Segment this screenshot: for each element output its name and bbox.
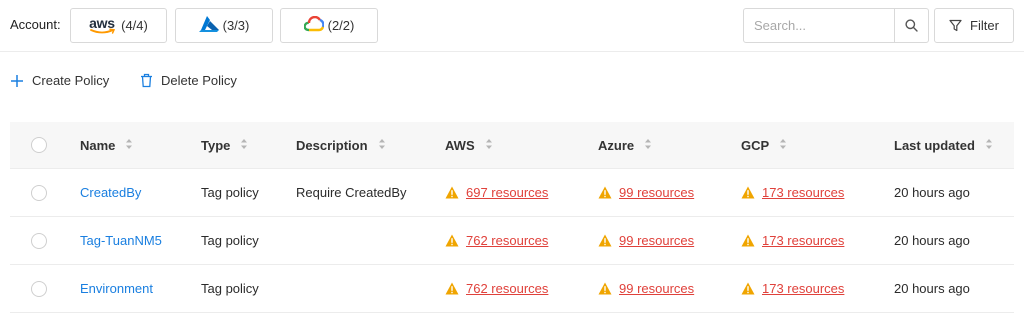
warning-icon (445, 282, 459, 295)
gcp-resources-link[interactable]: 173 resources (762, 185, 844, 200)
last-updated: 20 hours ago (894, 281, 970, 296)
sort-icon (485, 138, 493, 153)
policy-name-link[interactable]: Tag-TuanNM5 (80, 233, 162, 248)
filter-icon (949, 19, 962, 32)
aws-resources-link[interactable]: 762 resources (466, 281, 548, 296)
sort-icon (644, 138, 652, 153)
row-checkbox[interactable] (31, 232, 47, 249)
last-updated: 20 hours ago (894, 185, 970, 200)
table-header: Name Type Description AWS Azure GCP Last… (10, 122, 1014, 169)
warning-icon (598, 186, 612, 199)
account-label: Account: (10, 17, 61, 32)
policy-name-link[interactable]: Environment (80, 281, 153, 296)
warning-icon (445, 234, 459, 247)
filter-label: Filter (970, 18, 999, 33)
column-header-azure[interactable]: Azure (598, 122, 652, 168)
azure-account-count: (3/3) (222, 18, 250, 33)
warning-icon (598, 282, 612, 295)
aws-resources-link[interactable]: 697 resources (466, 185, 548, 200)
aws-logo-icon: aws (89, 14, 116, 34)
sort-icon (985, 138, 993, 153)
select-all-checkbox[interactable] (31, 137, 47, 153)
sort-icon (779, 138, 787, 153)
gcp-account-count: (2/2) (327, 18, 355, 33)
policy-type: Tag policy (201, 281, 259, 296)
warning-icon (598, 234, 612, 247)
sort-icon (240, 138, 248, 153)
table-row[interactable]: Environment Tag policy 762 resources 99 … (10, 265, 1014, 313)
azure-logo-icon (198, 16, 219, 35)
policy-type: Tag policy (201, 233, 259, 248)
gcp-resources-link[interactable]: 173 resources (762, 233, 844, 248)
aws-account-count: (4/4) (121, 18, 148, 33)
plus-icon (11, 74, 23, 87)
trash-icon (141, 73, 152, 88)
policy-description: Require CreatedBy (296, 185, 407, 200)
search-input[interactable] (744, 9, 894, 42)
column-header-last-updated[interactable]: Last updated (894, 122, 993, 168)
search-button[interactable] (894, 9, 928, 42)
search-box (743, 8, 929, 43)
policy-table: Name Type Description AWS Azure GCP Last… (10, 122, 1014, 313)
delete-policy-button[interactable]: Delete Policy (140, 73, 237, 88)
warning-icon (741, 186, 755, 199)
table-row[interactable]: CreatedBy Tag policy Require CreatedBy 6… (10, 169, 1014, 217)
search-icon (905, 19, 918, 32)
row-checkbox[interactable] (31, 184, 47, 201)
warning-icon (445, 186, 459, 199)
policy-name-link[interactable]: CreatedBy (80, 185, 141, 200)
gcp-logo-icon (303, 15, 325, 35)
last-updated: 20 hours ago (894, 233, 970, 248)
warning-icon (741, 282, 755, 295)
column-header-name[interactable]: Name (80, 122, 133, 168)
create-policy-label: Create Policy (32, 73, 110, 88)
account-filter-azure[interactable]: (3/3) (175, 8, 273, 43)
account-filter-aws[interactable]: aws (4/4) (70, 8, 167, 43)
table-row[interactable]: Tag-TuanNM5 Tag policy 762 resources 99 … (10, 217, 1014, 265)
warning-icon (741, 234, 755, 247)
aws-resources-link[interactable]: 762 resources (466, 233, 548, 248)
gcp-resources-link[interactable]: 173 resources (762, 281, 844, 296)
azure-resources-link[interactable]: 99 resources (619, 281, 694, 296)
sort-icon (378, 138, 386, 153)
account-toolbar: Account: aws (4/4) (3/3) (2/2) Search...… (0, 0, 1024, 52)
account-filter-gcp[interactable]: (2/2) (280, 8, 378, 43)
policy-type: Tag policy (201, 185, 259, 200)
column-header-type[interactable]: Type (201, 122, 248, 168)
create-policy-button[interactable]: Create Policy (10, 73, 109, 88)
column-header-description[interactable]: Description (296, 122, 386, 168)
column-header-aws[interactable]: AWS (445, 122, 493, 168)
sort-icon (125, 138, 133, 153)
delete-policy-label: Delete Policy (161, 73, 237, 88)
column-header-gcp[interactable]: GCP (741, 122, 787, 168)
azure-resources-link[interactable]: 99 resources (619, 233, 694, 248)
filter-button[interactable]: Filter (934, 8, 1014, 43)
row-checkbox[interactable] (31, 280, 47, 297)
azure-resources-link[interactable]: 99 resources (619, 185, 694, 200)
